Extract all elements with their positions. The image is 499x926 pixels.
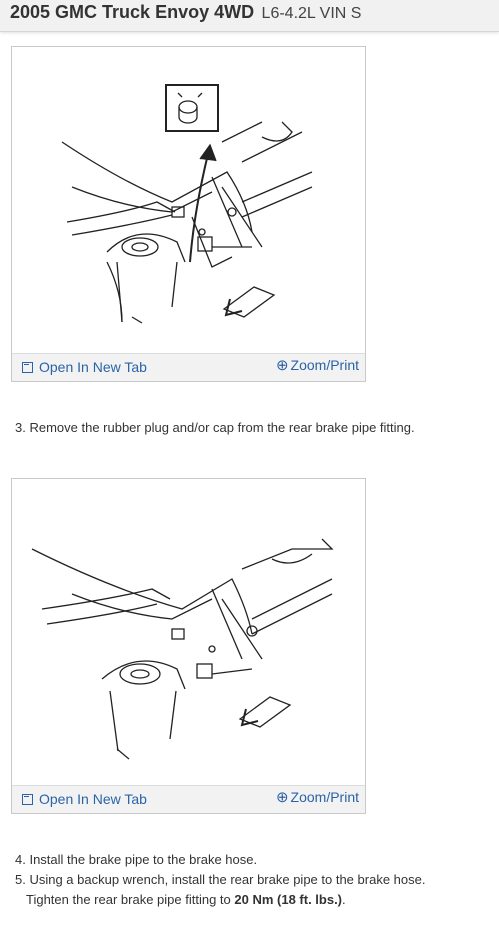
step-3-text: 3. Remove the rubber plug and/or cap fro… bbox=[15, 420, 415, 435]
open-new-tab-icon bbox=[22, 361, 33, 373]
figure-2-zoom-print-link[interactable]: ⊕ Zoom/Print bbox=[276, 788, 359, 806]
figure-1-image bbox=[12, 47, 365, 353]
brake-diagram-1 bbox=[61, 84, 313, 324]
torque-value: 20 Nm (18 ft. lbs.) bbox=[234, 892, 343, 907]
figure-1-toolbar: Open In New Tab ⊕ Zoom/Print bbox=[12, 353, 365, 381]
page-title: 2005 GMC Truck Envoy 4WD bbox=[10, 2, 255, 22]
step-4-text: 4. Install the brake pipe to the brake h… bbox=[15, 852, 258, 867]
figure-2-image bbox=[12, 479, 365, 785]
open-new-tab-icon bbox=[22, 793, 33, 805]
page-header: 2005 GMC Truck Envoy 4WD L6-4.2L VIN S bbox=[0, 0, 499, 32]
figure-2-open-tab-link[interactable]: Open In New Tab bbox=[22, 791, 147, 807]
step-5-torque-note: Tighten the rear brake pipe fitting to 2… bbox=[26, 892, 346, 907]
engine-subtitle: L6-4.2L VIN S bbox=[261, 5, 362, 22]
figure-1-open-tab-link[interactable]: Open In New Tab bbox=[22, 359, 147, 375]
zoom-in-icon: ⊕ bbox=[275, 789, 289, 806]
figure-1: Open In New Tab ⊕ Zoom/Print bbox=[11, 46, 366, 382]
step-5-text: 5. Using a backup wrench, install the re… bbox=[15, 872, 426, 887]
zoom-in-icon: ⊕ bbox=[275, 357, 289, 374]
figure-1-zoom-print-link[interactable]: ⊕ Zoom/Print bbox=[276, 356, 359, 374]
figure-2-toolbar: Open In New Tab ⊕ Zoom/Print bbox=[12, 785, 365, 813]
brake-diagram-2 bbox=[31, 538, 334, 760]
figure-2: Open In New Tab ⊕ Zoom/Print bbox=[11, 478, 366, 814]
